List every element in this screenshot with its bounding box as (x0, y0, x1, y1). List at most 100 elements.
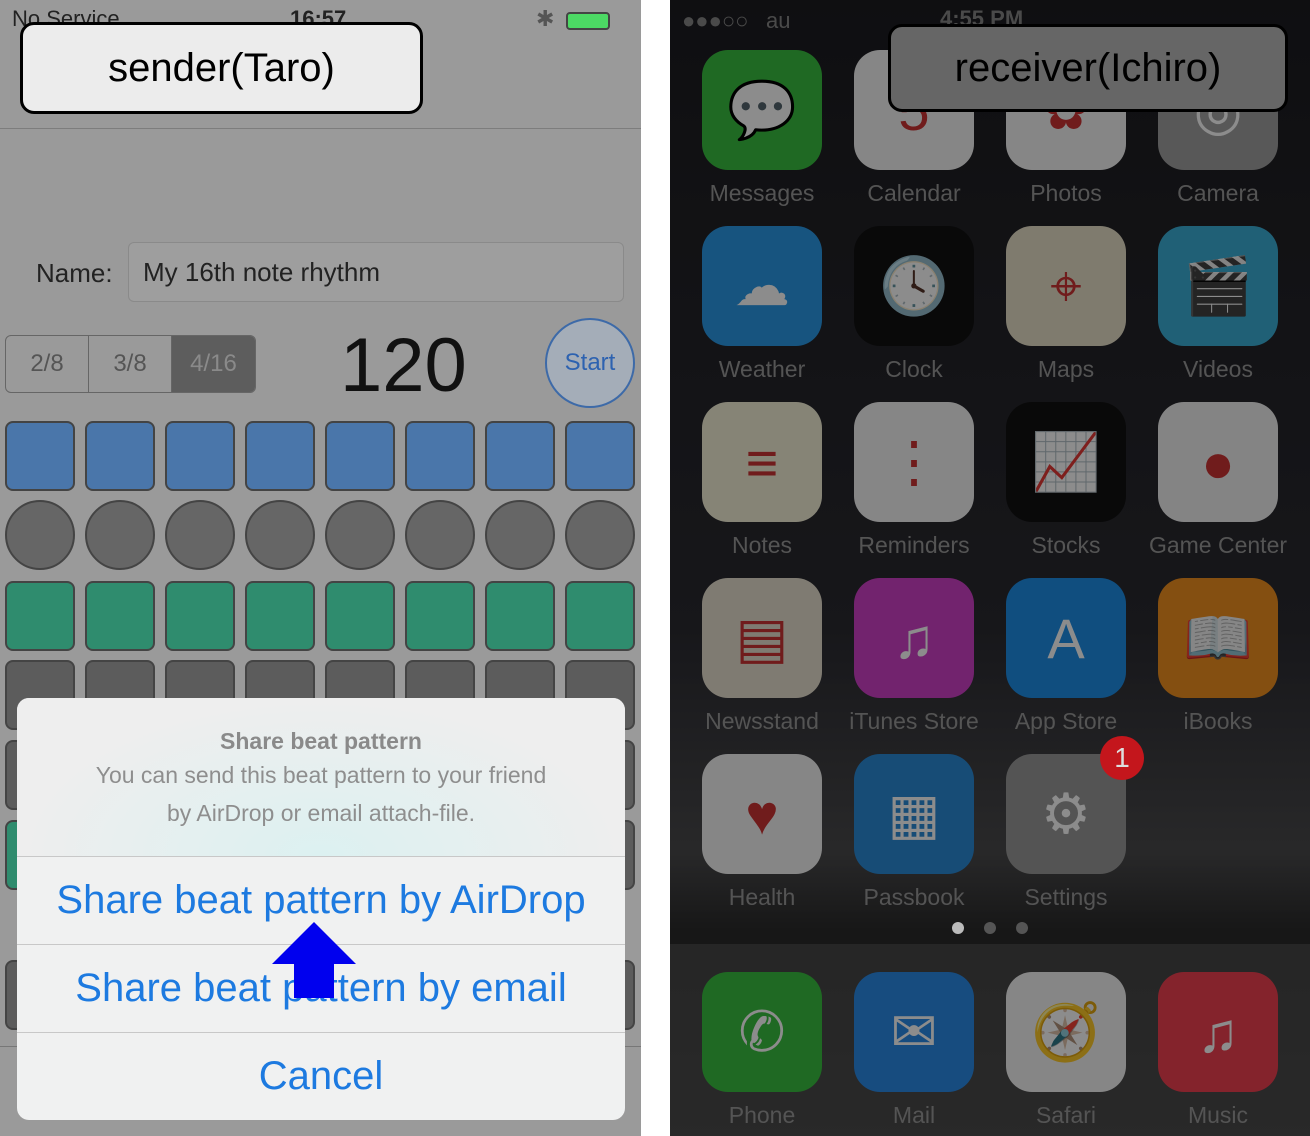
app-passbook[interactable]: ▦ (854, 754, 974, 874)
app-videos[interactable]: 🎬 (1158, 226, 1278, 346)
beat-cell[interactable] (165, 421, 235, 491)
app-notes[interactable]: ≡ (702, 402, 822, 522)
app-label: Camera (1177, 180, 1259, 206)
app-maps[interactable]: ⌖ (1006, 226, 1126, 346)
app-label: Messages (709, 180, 815, 206)
nav-divider (0, 128, 641, 129)
app-label: Maps (1037, 356, 1095, 382)
app-label: iTunes Store (849, 708, 979, 734)
app-label: Safari (1035, 1102, 1097, 1128)
beat-cell[interactable] (325, 500, 395, 570)
page-dot[interactable] (1016, 922, 1028, 934)
carrier-text: au (766, 8, 791, 33)
beat-cell[interactable] (565, 500, 635, 570)
beat-cell[interactable] (565, 421, 635, 491)
beat-cell[interactable] (5, 500, 75, 570)
start-button[interactable]: Start (545, 318, 635, 408)
sheet-title: Share beat pattern (220, 728, 422, 754)
app-mail[interactable]: ✉ (854, 972, 974, 1092)
signal-dots: ●●●○○ (682, 8, 749, 33)
app-music[interactable]: ♫ (1158, 972, 1278, 1092)
app-label: Newsstand (705, 708, 819, 734)
notepad-icon: ≡ (745, 430, 779, 494)
sheet-message-line1: You can send this beat pattern to your f… (95, 762, 547, 788)
app-stocks[interactable]: 📈 (1006, 402, 1126, 522)
sheet-message-line2: by AirDrop or email attach-file. (166, 800, 476, 826)
segment-3-8[interactable]: 3/8 (89, 336, 172, 392)
page-dot[interactable] (952, 922, 964, 934)
beat-cell[interactable] (245, 581, 315, 651)
app-store-icon: A (1047, 606, 1085, 670)
app-label: iBooks (1183, 708, 1253, 734)
time-signature-control[interactable]: 2/8 3/8 4/16 (5, 335, 256, 393)
app-phone[interactable]: ✆ (702, 972, 822, 1092)
segment-4-16[interactable]: 4/16 (172, 336, 255, 392)
share-action-sheet: Share beat pattern You can send this bea… (17, 698, 625, 1120)
sender-callout: sender(Taro) (20, 22, 423, 114)
app-reminders[interactable]: ⋮ (854, 402, 974, 522)
app-messages[interactable]: 💬 (702, 50, 822, 170)
app-label: Stocks (1031, 532, 1101, 558)
heart-icon: ♥ (745, 782, 779, 846)
app-label: Game Center (1148, 532, 1288, 558)
tickets-icon: ▦ (887, 782, 941, 845)
cloud-sun-icon: ☁ (734, 254, 790, 317)
map-icon: ⌖ (1050, 253, 1082, 317)
beat-cell[interactable] (325, 581, 395, 651)
speech-bubble-icon: 💬 (727, 78, 797, 141)
beat-cell[interactable] (325, 421, 395, 491)
tempo-value[interactable]: 120 (340, 322, 467, 409)
clock-icon: 🕓 (879, 254, 949, 317)
name-label: Name: (36, 258, 113, 288)
beat-cell[interactable] (245, 500, 315, 570)
beat-cell[interactable] (5, 581, 75, 651)
list-icon: ⋮ (886, 430, 942, 493)
app-label: Photos (1030, 180, 1102, 206)
app-newsstand[interactable]: ▤ (702, 578, 822, 698)
name-input[interactable] (128, 242, 624, 302)
app-label: Health (728, 884, 796, 910)
app-label: Passbook (863, 884, 965, 910)
cancel-button[interactable]: Cancel (17, 1032, 625, 1120)
app-label: Reminders (858, 532, 970, 558)
beat-cell[interactable] (405, 421, 475, 491)
beat-cell[interactable] (85, 421, 155, 491)
beat-cell[interactable] (245, 421, 315, 491)
app-label: Weather (718, 356, 806, 382)
music-note-icon: ♫ (893, 606, 935, 670)
beat-cell[interactable] (165, 581, 235, 651)
stock-chart-icon: 📈 (1031, 430, 1101, 493)
page-indicator[interactable] (952, 922, 1028, 934)
envelope-icon: ✉ (890, 1000, 938, 1063)
app-clock[interactable]: 🕓 (854, 226, 974, 346)
app-itunes-store[interactable]: ♫ (854, 578, 974, 698)
page-dot[interactable] (984, 922, 996, 934)
app-health[interactable]: ♥ (702, 754, 822, 874)
beat-cell[interactable] (5, 421, 75, 491)
app-label: Phone (728, 1102, 796, 1128)
beat-cell[interactable] (85, 500, 155, 570)
beat-cell[interactable] (85, 581, 155, 651)
app-label: Clock (885, 356, 943, 382)
book-icon: 📖 (1183, 606, 1253, 669)
beat-cell[interactable] (405, 581, 475, 651)
beat-cell[interactable] (485, 581, 555, 651)
app-ibooks[interactable]: 📖 (1158, 578, 1278, 698)
beat-cell[interactable] (405, 500, 475, 570)
beat-cell[interactable] (485, 500, 555, 570)
phone-icon: ✆ (738, 1000, 786, 1063)
music-note-icon: ♫ (1197, 1000, 1239, 1064)
app-label: Mail (892, 1102, 936, 1128)
app-safari[interactable]: 🧭 (1006, 972, 1126, 1092)
app-app-store[interactable]: A (1006, 578, 1126, 698)
app-game-center[interactable]: ● (1158, 402, 1278, 522)
segment-2-8[interactable]: 2/8 (6, 336, 89, 392)
beat-cell[interactable] (565, 581, 635, 651)
beat-cell[interactable] (165, 500, 235, 570)
receiver-screen: ●●●○○ au 4:55 PM 💬Messages5Calendar✿Phot… (670, 0, 1310, 1136)
beat-cell[interactable] (485, 421, 555, 491)
app-label: Videos (1183, 356, 1253, 382)
app-label: Settings (1024, 884, 1108, 910)
battery-icon (566, 12, 610, 30)
app-weather[interactable]: ☁ (702, 226, 822, 346)
